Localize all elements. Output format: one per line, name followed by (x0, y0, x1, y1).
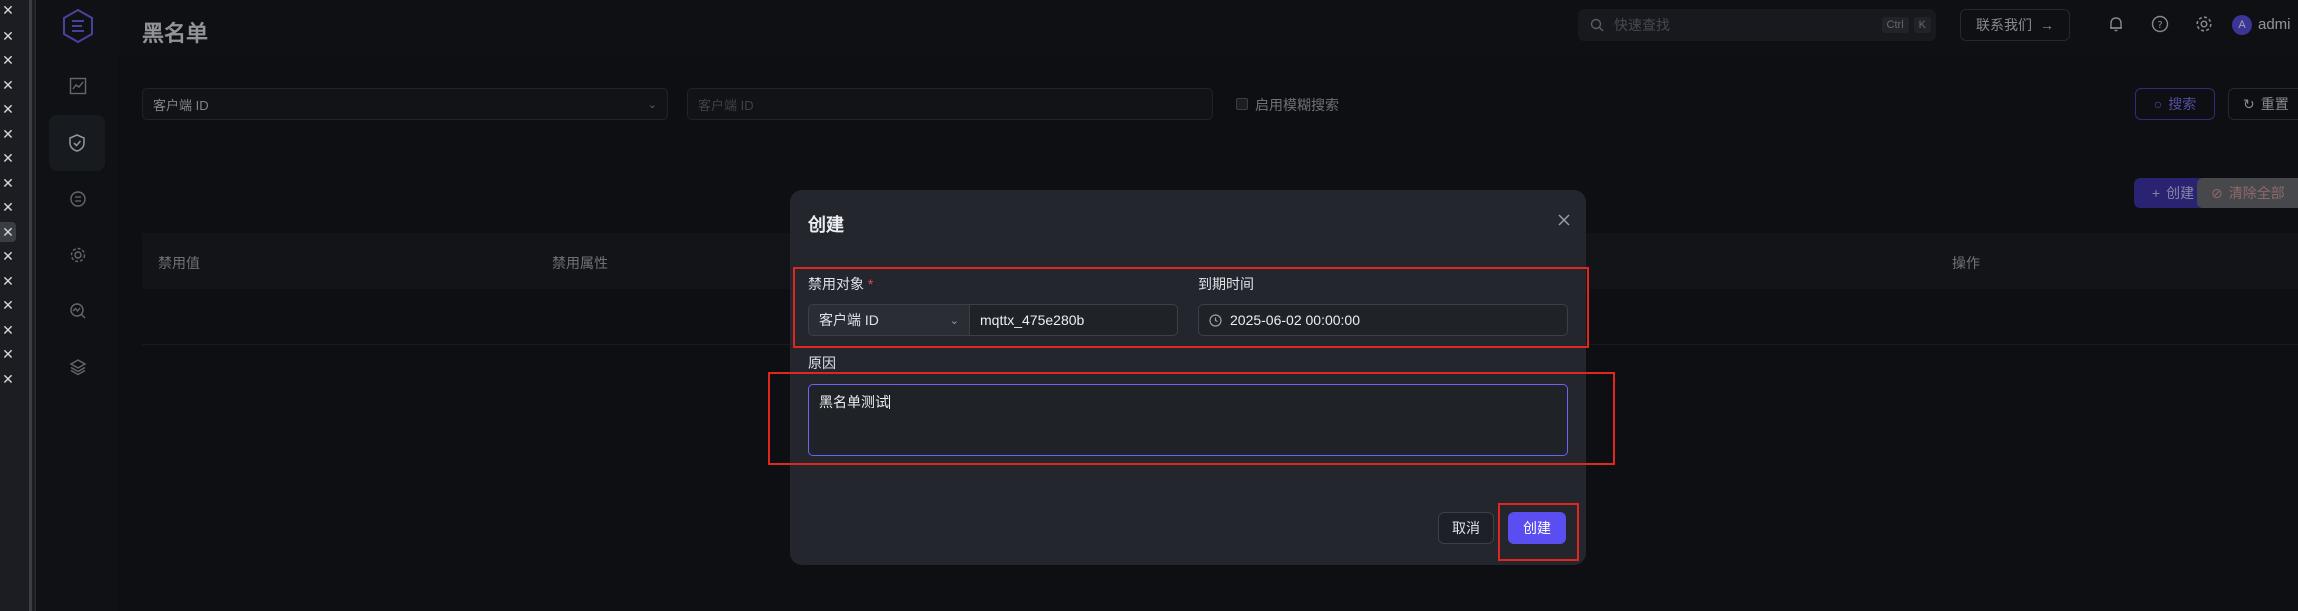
dialog-title: 创建 (808, 215, 844, 235)
close-icon[interactable]: ✕ (0, 369, 16, 389)
reason-textarea[interactable]: 黑名单测试 (808, 384, 1568, 456)
tab-strip: ✕ ✕ ✕ ✕ ✕ ✕ ✕ ✕ ✕ ✕ ✕ ✕ ✕ ✕ ✕ ✕ (0, 0, 36, 611)
cancel-button[interactable]: 取消 (1438, 512, 1494, 544)
target-value-input[interactable]: mqttx_475e280b (969, 304, 1178, 336)
close-icon[interactable]: ✕ (0, 148, 16, 168)
scrollbar[interactable] (29, 0, 32, 611)
close-icon[interactable]: ✕ (0, 99, 16, 119)
target-label: 禁用对象 * (808, 274, 873, 294)
close-icon[interactable]: ✕ (0, 197, 16, 217)
clock-icon (1209, 313, 1222, 327)
close-icon[interactable]: ✕ (0, 0, 16, 20)
close-icon[interactable]: ✕ (0, 124, 16, 144)
chevron-down-icon: ⌄ (949, 314, 959, 327)
reason-text: 黑名单测试 (819, 394, 889, 410)
expire-date-picker[interactable]: 2025-06-02 00:00:00 (1198, 304, 1568, 336)
close-icon[interactable]: ✕ (0, 222, 16, 242)
text-caret (889, 395, 890, 409)
close-icon[interactable]: ✕ (0, 75, 16, 95)
create-dialog: 创建 禁用对象 * 到期时间 客户端 ID ⌄ mqttx_475e280b 2… (790, 190, 1586, 565)
expire-date-value: 2025-06-02 00:00:00 (1230, 312, 1360, 328)
target-type-value: 客户端 ID (819, 312, 879, 328)
close-icon[interactable]: ✕ (0, 271, 16, 291)
close-icon[interactable]: ✕ (0, 344, 16, 364)
required-mark: * (867, 276, 874, 292)
close-icon[interactable] (1556, 212, 1572, 228)
close-icon[interactable]: ✕ (0, 320, 16, 340)
close-icon[interactable]: ✕ (0, 246, 16, 266)
close-icon[interactable]: ✕ (0, 295, 16, 315)
close-icon[interactable]: ✕ (0, 173, 16, 193)
close-icon[interactable]: ✕ (0, 50, 16, 70)
reason-label: 原因 (808, 355, 836, 371)
expire-label: 到期时间 (1198, 276, 1254, 292)
close-icon[interactable]: ✕ (0, 26, 16, 46)
confirm-create-button[interactable]: 创建 (1508, 512, 1566, 544)
target-label-text: 禁用对象 (808, 276, 864, 292)
target-type-select[interactable]: 客户端 ID ⌄ (808, 304, 970, 336)
